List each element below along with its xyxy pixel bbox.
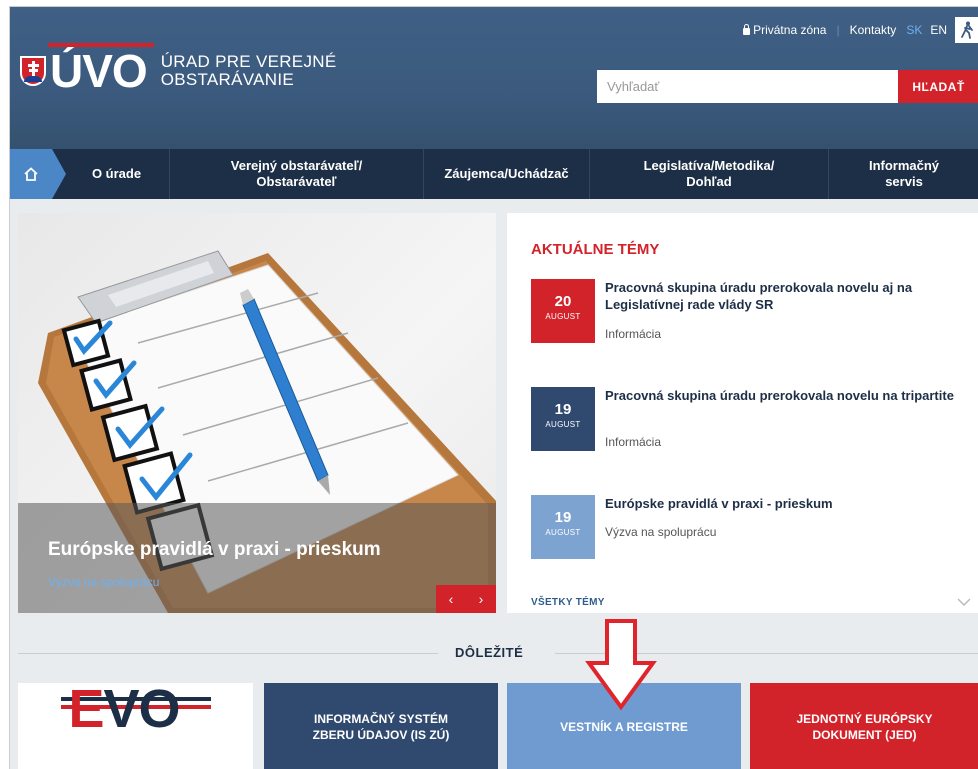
lang-en-link[interactable]: EN: [930, 23, 947, 37]
news-title[interactable]: Pracovná skupina úradu prerokovala novel…: [605, 279, 965, 313]
private-zone-link[interactable]: Privátna zóna: [743, 23, 826, 37]
divider: [18, 653, 438, 654]
search-button[interactable]: HĽADAŤ: [898, 70, 978, 103]
search-input[interactable]: [597, 70, 898, 103]
logo-name: ÚRAD PRE VEREJNÉ OBSTARÁVANIE: [161, 53, 337, 89]
date-day: 20: [554, 293, 572, 310]
date-badge: 19 AUGUST: [531, 495, 595, 559]
evo-text: EVO: [69, 682, 181, 736]
site-header: Privátna zóna | Kontakty SK EN ÚVO ÚRAD …: [10, 7, 978, 149]
contacts-link[interactable]: Kontakty: [850, 23, 897, 37]
tile-is-zu[interactable]: INFORMAČNÝ SYSTÉM ZBERU ÚDAJOV (IS ZÚ): [264, 683, 498, 769]
evo-logo: EVO: [60, 682, 211, 757]
slide-subtitle[interactable]: Výzva na spoluprácu: [48, 575, 159, 589]
date-month: AUGUST: [545, 528, 581, 537]
nav-item-info-service[interactable]: Informačný servis: [829, 149, 978, 199]
search-form: HĽADAŤ: [597, 70, 978, 103]
date-month: AUGUST: [545, 420, 581, 429]
logo-name-line1: ÚRAD PRE VEREJNÉ: [160, 52, 337, 71]
nav-item-bidder[interactable]: Záujemca/Uchádzač: [424, 149, 590, 199]
news-category: Výzva na spoluprácu: [605, 525, 717, 539]
all-topics-link[interactable]: VŠETKY TÉMY: [531, 597, 605, 608]
news-category: Informácia: [605, 327, 662, 341]
tile-evo[interactable]: EVO: [18, 682, 253, 769]
chevron-down-icon[interactable]: [957, 593, 971, 609]
accessibility-icon[interactable]: [955, 17, 978, 43]
news-title[interactable]: Pracovná skupina úradu prerokovala novel…: [605, 387, 965, 404]
important-section-header: DÔLEŽITÉ: [10, 637, 978, 661]
nav-item-legislation[interactable]: Legislatíva/Metodika/ Dohľad: [590, 149, 829, 199]
nav-item-contracting-authority[interactable]: Verejný obstarávateľ/ Obstarávateľ: [170, 149, 424, 199]
home-icon: [24, 167, 38, 181]
red-arrow-down-icon: [585, 619, 657, 711]
date-badge: 19 AUGUST: [531, 387, 595, 451]
news-heading: AKTUÁLNE TÉMY: [531, 241, 660, 258]
news-category: Informácia: [605, 435, 662, 449]
tile-espd[interactable]: JEDNOTNÝ EURÓPSKY DOKUMENT (JED): [750, 683, 978, 769]
lock-icon: [743, 23, 751, 35]
slide-caption: Európske pravidlá v praxi - prieskum Výz…: [18, 503, 496, 613]
important-label: DÔLEŽITÉ: [455, 645, 524, 660]
news-item[interactable]: 20 AUGUST Pracovná skupina úradu preroko…: [531, 279, 971, 359]
lang-sk-link[interactable]: SK: [906, 23, 922, 37]
slider-arrows: ‹ ›: [436, 585, 496, 613]
news-item[interactable]: 19 AUGUST Európske pravidlá v praxi - pr…: [531, 495, 971, 565]
nav-home[interactable]: [10, 149, 66, 199]
hero-slider[interactable]: Európske pravidlá v praxi - prieskum Výz…: [18, 213, 496, 613]
logo-abbr: ÚVO: [48, 43, 154, 97]
slider-prev-button[interactable]: ‹: [449, 591, 454, 607]
separator: |: [836, 23, 840, 37]
main-nav: O úrade Verejný obstarávateľ/ Obstarávat…: [10, 149, 978, 199]
important-tiles: EVO INFORMAČNÝ SYSTÉM ZBERU ÚDAJOV (IS Z…: [18, 682, 978, 769]
logo-name-line2: OBSTARÁVANIE: [160, 70, 295, 89]
date-day: 19: [554, 509, 572, 526]
date-day: 19: [554, 401, 572, 418]
evo-text-e: E: [68, 678, 105, 739]
slider-next-button[interactable]: ›: [479, 591, 484, 607]
slovak-crest-icon: [20, 56, 46, 86]
nav-item-about[interactable]: O úrade: [52, 149, 170, 199]
news-item[interactable]: 19 AUGUST Pracovná skupina úradu preroko…: [531, 387, 971, 467]
slide-title[interactable]: Európske pravidlá v praxi - prieskum: [48, 539, 381, 561]
site-logo[interactable]: ÚVO ÚRAD PRE VEREJNÉ OBSTARÁVANIE: [20, 43, 337, 97]
news-title[interactable]: Európske pravidlá v praxi - prieskum: [605, 495, 965, 512]
date-month: AUGUST: [545, 312, 581, 321]
news-panel: AKTUÁLNE TÉMY 20 AUGUST Pracovná skupina…: [507, 213, 978, 613]
top-bar: Privátna zóna | Kontakty SK EN: [743, 17, 978, 43]
private-zone-label: Privátna zóna: [753, 23, 827, 37]
page: Privátna zóna | Kontakty SK EN ÚVO ÚRAD …: [9, 6, 978, 769]
date-badge: 20 AUGUST: [531, 279, 595, 343]
evo-text-vo: VO: [103, 678, 181, 739]
